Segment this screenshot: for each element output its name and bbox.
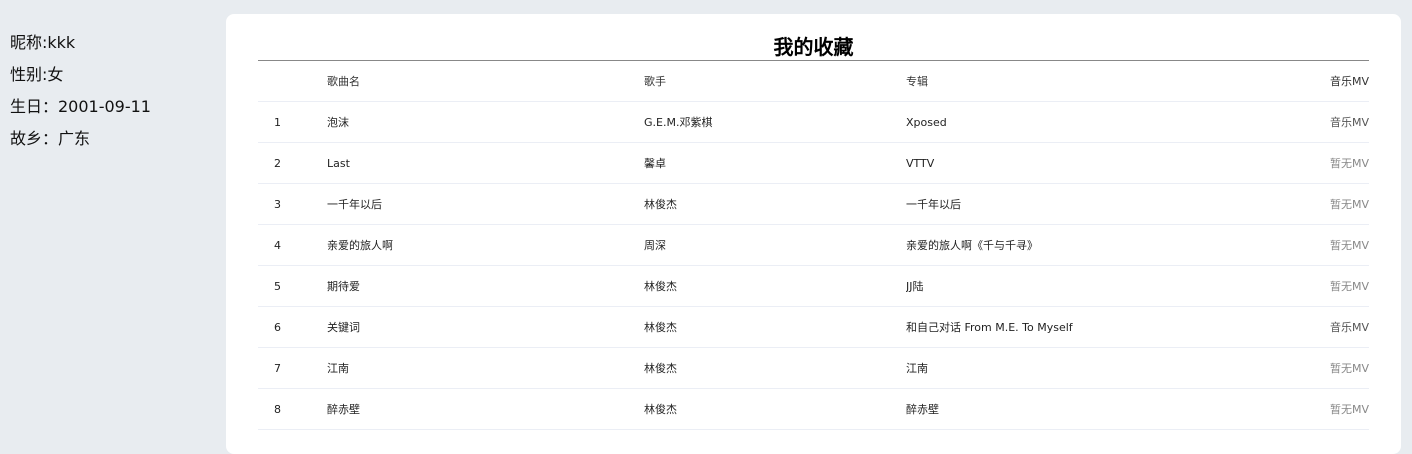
column-header-artist: 歌手 [644, 61, 906, 102]
column-header-song: 歌曲名 [327, 61, 644, 102]
row-index: 3 [258, 183, 327, 225]
artist-name[interactable]: 馨卓 [644, 142, 906, 184]
row-index: 7 [258, 347, 327, 389]
song-name[interactable]: Last [327, 142, 644, 184]
table-row[interactable]: 6 关键词 林俊杰 和自己对话 From M.E. To Myself 音乐MV [258, 306, 1369, 348]
profile-info: 昵称:kkk 性别:女 生日：2001-09-11 故乡：广东 [10, 27, 210, 155]
song-name[interactable]: 期待爱 [327, 265, 644, 307]
favorites-panel: 我的收藏 歌曲名 歌手 专辑 音乐MV 1 泡沫 G.E.M.邓紫棋 Xpose… [226, 14, 1401, 454]
album-name[interactable]: 江南 [906, 347, 1236, 389]
page-title: 我的收藏 [773, 35, 854, 59]
row-index: 1 [258, 101, 327, 143]
profile-nickname: 昵称:kkk [10, 33, 76, 52]
artist-name[interactable]: 林俊杰 [644, 306, 906, 348]
column-header-index [258, 61, 327, 102]
song-name[interactable]: 关键词 [327, 306, 644, 348]
mv-link[interactable]: 音乐MV [1330, 116, 1369, 129]
mv-unavailable-label: 暂无MV [1329, 239, 1369, 252]
mv-unavailable-label: 暂无MV [1329, 362, 1369, 375]
column-header-mv: 音乐MV [1236, 61, 1369, 102]
mv-link[interactable]: 音乐MV [1330, 321, 1369, 334]
profile-hometown: 故乡：广东 [10, 129, 91, 148]
album-name[interactable]: 一千年以后 [906, 183, 1236, 225]
song-name[interactable]: 江南 [327, 347, 644, 389]
album-name[interactable]: VTTV [906, 142, 1236, 184]
table-row[interactable]: 3 一千年以后 林俊杰 一千年以后 暂无MV [258, 183, 1369, 225]
profile-gender: 性别:女 [10, 65, 64, 84]
table-row[interactable]: 4 亲爱的旅人啊 周深 亲爱的旅人啊《千与千寻》 暂无MV [258, 224, 1369, 266]
artist-name[interactable]: 林俊杰 [644, 388, 906, 430]
table-row[interactable]: 1 泡沫 G.E.M.邓紫棋 Xposed 音乐MV [258, 101, 1369, 143]
favorites-table: 歌曲名 歌手 专辑 音乐MV 1 泡沫 G.E.M.邓紫棋 Xposed 音乐M… [258, 61, 1369, 430]
artist-name[interactable]: 林俊杰 [644, 265, 906, 307]
artist-name[interactable]: 林俊杰 [644, 347, 906, 389]
artist-name[interactable]: 林俊杰 [644, 183, 906, 225]
song-name[interactable]: 泡沫 [327, 101, 644, 143]
album-name[interactable]: 醉赤壁 [906, 388, 1236, 430]
artist-name[interactable]: 周深 [644, 224, 906, 266]
album-name[interactable]: 和自己对话 From M.E. To Myself [906, 306, 1236, 348]
row-index: 5 [258, 265, 327, 307]
row-index: 4 [258, 224, 327, 266]
column-header-album: 专辑 [906, 61, 1236, 102]
song-name[interactable]: 醉赤壁 [327, 388, 644, 430]
table-header-row: 歌曲名 歌手 专辑 音乐MV [258, 61, 1369, 102]
row-index: 6 [258, 306, 327, 348]
row-index: 8 [258, 388, 327, 430]
album-name[interactable]: JJ陆 [906, 265, 1236, 307]
table-row[interactable]: 5 期待爱 林俊杰 JJ陆 暂无MV [258, 265, 1369, 307]
row-index: 2 [258, 142, 327, 184]
mv-unavailable-label: 暂无MV [1329, 157, 1369, 170]
mv-unavailable-label: 暂无MV [1329, 403, 1369, 416]
artist-name[interactable]: G.E.M.邓紫棋 [644, 101, 906, 143]
song-name[interactable]: 亲爱的旅人啊 [327, 224, 644, 266]
album-name[interactable]: 亲爱的旅人啊《千与千寻》 [906, 224, 1236, 266]
table-row[interactable]: 8 醉赤壁 林俊杰 醉赤壁 暂无MV [258, 388, 1369, 430]
song-name[interactable]: 一千年以后 [327, 183, 644, 225]
mv-unavailable-label: 暂无MV [1329, 280, 1369, 293]
mv-unavailable-label: 暂无MV [1329, 198, 1369, 211]
table-row[interactable]: 2 Last 馨卓 VTTV 暂无MV [258, 142, 1369, 184]
album-name[interactable]: Xposed [906, 101, 1236, 143]
table-row[interactable]: 7 江南 林俊杰 江南 暂无MV [258, 347, 1369, 389]
profile-birthday: 生日：2001-09-11 [10, 97, 151, 116]
